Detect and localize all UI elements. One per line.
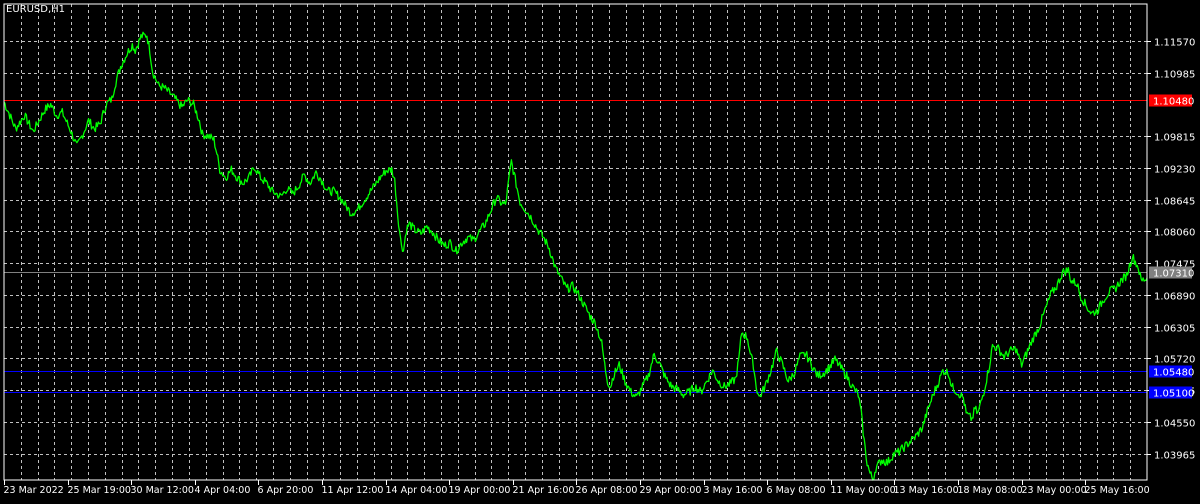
x-tick-label: 21 Apr 16:00 bbox=[513, 485, 575, 496]
x-tick-label: 11 May 00:00 bbox=[831, 485, 896, 496]
x-tick-label: 26 Apr 08:00 bbox=[576, 485, 638, 496]
y-tick-label: 1.09230 bbox=[1154, 165, 1195, 176]
level-price-label: 1.05100 bbox=[1153, 389, 1194, 400]
level-price-label: 1.05480 bbox=[1153, 368, 1194, 379]
x-tick-label: 13 May 16:00 bbox=[894, 485, 959, 496]
y-tick-label: 1.06305 bbox=[1154, 324, 1195, 335]
chart-area: 1.11570 1.10985 1.09815 1.09230 1.08645 1.080… bbox=[0, 0, 1200, 500]
x-tick-label: 6 May 08:00 bbox=[767, 485, 826, 496]
x-tick-label: 6 Apr 20:00 bbox=[258, 485, 314, 496]
y-tick-label: 1.09815 bbox=[1154, 133, 1195, 144]
x-tick-label: 23 Mar 2022 bbox=[4, 485, 64, 496]
y-tick-label: 1.08060 bbox=[1154, 228, 1195, 239]
y-tick-label: 1.05720 bbox=[1154, 355, 1195, 366]
x-tick-label: 19 Apr 00:00 bbox=[449, 485, 511, 496]
y-tick-label: 1.06890 bbox=[1154, 292, 1195, 303]
x-tick-label: 3 May 16:00 bbox=[704, 485, 763, 496]
symbol-label: EURUSD,H1 bbox=[6, 4, 65, 15]
x-tick-label: 4 Apr 04:00 bbox=[195, 485, 251, 496]
y-tick-label: 1.08645 bbox=[1154, 197, 1195, 208]
x-tick-label: 30 Mar 12:00 bbox=[131, 485, 194, 496]
y-tick-label: 1.11570 bbox=[1154, 38, 1195, 49]
level-price-label: 1.10480 bbox=[1153, 97, 1194, 108]
x-tick-label: 25 Mar 19:00 bbox=[68, 485, 131, 496]
y-tick-label: 1.03965 bbox=[1154, 451, 1195, 462]
x-tick-label: 29 Apr 00:00 bbox=[640, 485, 702, 496]
x-tick-label: 11 Apr 12:00 bbox=[322, 485, 384, 496]
x-tick-label: 25 May 16:00 bbox=[1085, 485, 1150, 496]
x-tick-label: 18 May 08:00 bbox=[958, 485, 1023, 496]
y-tick-label: 1.04550 bbox=[1154, 419, 1195, 430]
price-chart: 1.11570 1.10985 1.09815 1.09230 1.08645 1.080… bbox=[0, 0, 1200, 500]
level-price-label: 1.07310 bbox=[1153, 269, 1194, 280]
x-tick-label: 14 Apr 04:00 bbox=[386, 485, 448, 496]
y-tick-label: 1.10985 bbox=[1154, 70, 1195, 81]
x-tick-label: 23 May 00:00 bbox=[1022, 485, 1087, 496]
